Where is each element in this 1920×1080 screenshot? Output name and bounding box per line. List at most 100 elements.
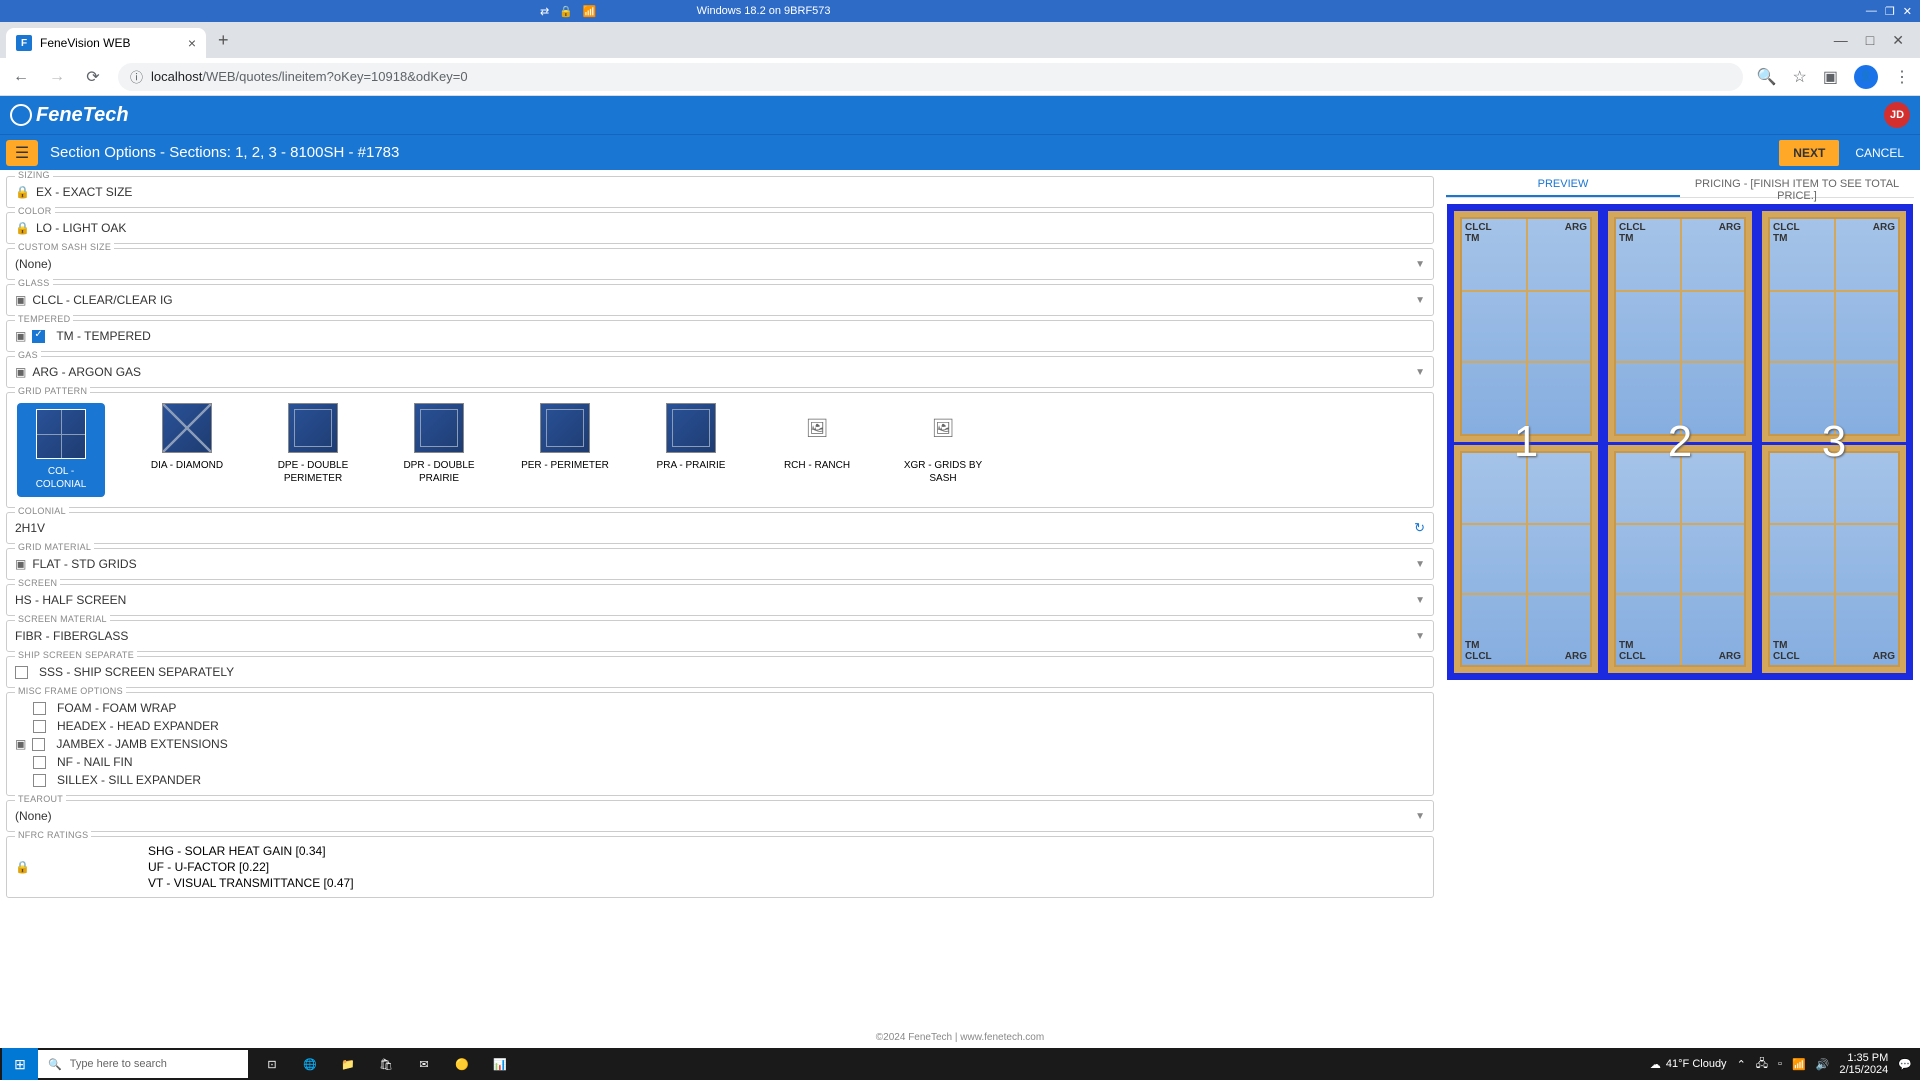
address-bar: ← → ⟳ ⓘ localhost/WEB/quotes/lineitem?oK… <box>0 58 1920 96</box>
chevron-down-icon[interactable]: ▼ <box>1415 595 1425 606</box>
tab-pricing[interactable]: PRICING - [FINISH ITEM TO SEE TOTAL PRIC… <box>1680 170 1914 197</box>
footer: ©2024 FeneTech | www.fenetech.com <box>0 1028 1920 1048</box>
field-screen-material[interactable]: SCREEN MATERIAL FIBR - FIBERGLASS▼ <box>6 620 1434 652</box>
field-color: COLOR 🔒LO - LIGHT OAK <box>6 212 1434 244</box>
preview-panel: PREVIEW PRICING - [FINISH ITEM TO SEE TO… <box>1440 170 1920 1028</box>
grid-option-prairie[interactable]: PRA - PRAIRIE <box>647 403 735 497</box>
tab-favicon: F <box>16 35 32 51</box>
explorer-icon[interactable]: 📁 <box>330 1048 366 1080</box>
field-grid-material[interactable]: GRID MATERIAL ▣FLAT - STD GRIDS▼ <box>6 548 1434 580</box>
store-icon[interactable]: 🛍 <box>368 1048 404 1080</box>
forward-icon[interactable]: → <box>46 68 68 86</box>
url-input[interactable]: ⓘ localhost/WEB/quotes/lineitem?oKey=109… <box>118 63 1743 91</box>
zoom-icon[interactable]: 🔍 <box>1757 67 1777 87</box>
field-custom-sash-size[interactable]: CUSTOM SASH SIZE (None)▼ <box>6 248 1434 280</box>
jambex-checkbox[interactable] <box>32 738 45 751</box>
next-button[interactable]: NEXT <box>1779 140 1839 166</box>
grid-option-colonial[interactable]: COL - COLONIAL <box>17 403 105 497</box>
field-glass[interactable]: GLASS ▣CLCL - CLEAR/CLEAR IG▼ <box>6 284 1434 316</box>
url-path: /WEB/quotes/lineitem?oKey=10918&odKey=0 <box>202 69 467 84</box>
panel-icon[interactable]: ▣ <box>1823 67 1838 87</box>
tab-title: FeneVision WEB <box>40 36 131 50</box>
globe-icon <box>10 104 32 126</box>
field-colonial[interactable]: COLONIAL 2H1V↻ <box>6 512 1434 544</box>
grid-option-grids-by-sash[interactable]: 🖼XGR - GRIDS BY SASH <box>899 403 987 497</box>
url-host: localhost <box>151 69 202 84</box>
grid-option-double-prairie[interactable]: DPR - DOUBLE PRAIRIE <box>395 403 483 497</box>
ship-screen-checkbox[interactable] <box>15 666 28 679</box>
bookmark-icon[interactable]: ☆ <box>1793 67 1807 87</box>
card-icon: ▣ <box>15 737 26 751</box>
tab-close-icon[interactable]: × <box>188 35 196 51</box>
field-sizing: SIZING 🔒EX - EXACT SIZE <box>6 176 1434 208</box>
notifications-icon[interactable]: 💬 <box>1898 1058 1912 1071</box>
chevron-down-icon[interactable]: ▼ <box>1415 811 1425 822</box>
chevron-down-icon[interactable]: ▼ <box>1415 367 1425 378</box>
reload-icon[interactable]: ⟳ <box>82 67 104 87</box>
field-tearout[interactable]: TEAROUT (None)▼ <box>6 800 1434 832</box>
options-form: SIZING 🔒EX - EXACT SIZE COLOR 🔒LO - LIGH… <box>0 170 1440 1028</box>
task-view-icon[interactable]: ⊡ <box>254 1048 290 1080</box>
app-header: FeneTech JD <box>0 96 1920 134</box>
hamburger-icon[interactable]: ☰ <box>6 140 38 166</box>
field-screen[interactable]: SCREEN HS - HALF SCREEN▼ <box>6 584 1434 616</box>
user-avatar[interactable]: JD <box>1884 102 1910 128</box>
taskbar-clock[interactable]: 1:35 PM2/15/2024 <box>1839 1052 1888 1076</box>
field-grid-pattern: GRID PATTERN COL - COLONIAL DIA - DIAMON… <box>6 392 1434 508</box>
new-tab-button[interactable]: + <box>206 30 241 51</box>
nfrc-uf: UF - U-FACTOR [0.22] <box>148 859 354 875</box>
vm-title: Windows 18.2 on 9BRF573 <box>597 5 1866 17</box>
refresh-icon[interactable]: ↻ <box>1414 520 1425 536</box>
window-preview: 1 CLCL TM ARG TM CLCL ARG 2 CLCL TM ARG <box>1447 204 1913 680</box>
app-icon[interactable]: 📊 <box>482 1048 518 1080</box>
vm-window-controls[interactable]: —❐✕ <box>1866 5 1920 18</box>
tab-preview[interactable]: PREVIEW <box>1446 170 1680 197</box>
tray-network-icon[interactable]: 🖧 <box>1756 1055 1768 1074</box>
card-icon: ▣ <box>15 365 26 379</box>
grid-option-ranch[interactable]: 🖼RCH - RANCH <box>773 403 861 497</box>
weather-widget[interactable]: ☁41°F Cloudy <box>1650 1058 1727 1071</box>
menu-icon[interactable]: ⋮ <box>1894 67 1910 87</box>
field-tempered[interactable]: TEMPERED ▣TM - TEMPERED <box>6 320 1434 352</box>
grid-option-perimeter[interactable]: PER - PERIMETER <box>521 403 609 497</box>
taskbar-search[interactable]: 🔍Type here to search <box>38 1050 248 1078</box>
vm-icons: ⇄🔒📶 <box>0 5 597 18</box>
window-close-icon[interactable]: ✕ <box>1892 32 1904 49</box>
window-maximize-icon[interactable]: □ <box>1866 32 1874 49</box>
chevron-down-icon[interactable]: ▼ <box>1415 295 1425 306</box>
browser-tab[interactable]: F FeneVision WEB × <box>6 28 206 58</box>
page-toolbar: ☰ Section Options - Sections: 1, 2, 3 - … <box>0 134 1920 170</box>
taskbar: ⊞ 🔍Type here to search ⊡ 🌐 📁 🛍 ✉ 🟡 📊 ☁41… <box>0 1048 1920 1080</box>
chevron-down-icon[interactable]: ▼ <box>1415 259 1425 270</box>
tray-wifi-icon[interactable]: 📶 <box>1792 1058 1806 1071</box>
grid-option-double-perimeter[interactable]: DPE - DOUBLE PERIMETER <box>269 403 357 497</box>
chevron-down-icon[interactable]: ▼ <box>1415 559 1425 570</box>
tray-chevron-icon[interactable]: ⌃ <box>1737 1058 1746 1071</box>
app-logo[interactable]: FeneTech <box>10 104 129 127</box>
mail-icon[interactable]: ✉ <box>406 1048 442 1080</box>
profile-icon[interactable]: 👤 <box>1854 65 1878 89</box>
edge-icon[interactable]: 🌐 <box>292 1048 328 1080</box>
field-ship-screen-separate[interactable]: SHIP SCREEN SEPARATE SSS - SHIP SCREEN S… <box>6 656 1434 688</box>
sillex-checkbox[interactable] <box>33 774 46 787</box>
foam-checkbox[interactable] <box>33 702 46 715</box>
window-minimize-icon[interactable]: — <box>1834 32 1848 49</box>
field-gas[interactable]: GAS ▣ARG - ARGON GAS▼ <box>6 356 1434 388</box>
grid-option-diamond[interactable]: DIA - DIAMOND <box>143 403 231 497</box>
lock-icon: 🔒 <box>15 221 30 235</box>
headex-checkbox[interactable] <box>33 720 46 733</box>
start-button[interactable]: ⊞ <box>2 1048 38 1080</box>
tempered-checkbox[interactable] <box>32 330 45 343</box>
tray-app-icon[interactable]: ▫ <box>1778 1058 1782 1070</box>
info-icon: ⓘ <box>130 67 143 86</box>
lock-icon: 🔒 <box>15 860 30 874</box>
tray-volume-icon[interactable]: 🔊 <box>1816 1058 1830 1071</box>
chrome-icon[interactable]: 🟡 <box>444 1048 480 1080</box>
back-icon[interactable]: ← <box>10 68 32 86</box>
nailfin-checkbox[interactable] <box>33 756 46 769</box>
chevron-down-icon[interactable]: ▼ <box>1415 631 1425 642</box>
card-icon: ▣ <box>15 329 26 343</box>
cancel-button[interactable]: CANCEL <box>1845 140 1914 166</box>
lock-icon: 🔒 <box>15 185 30 199</box>
nfrc-shg: SHG - SOLAR HEAT GAIN [0.34] <box>148 843 354 859</box>
